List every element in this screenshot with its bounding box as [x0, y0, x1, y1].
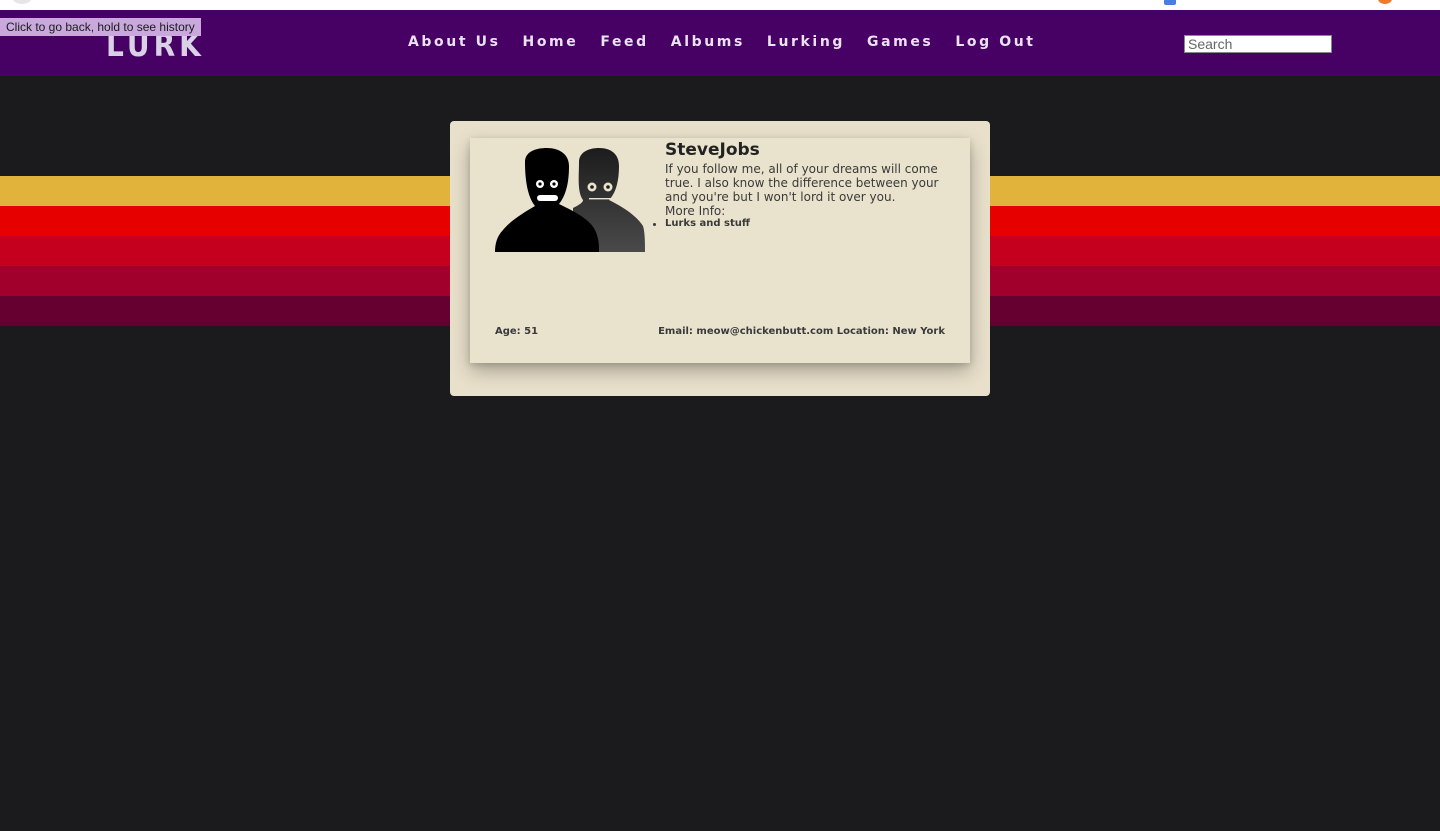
top-navbar: LURK About Us Home Feed Albums Lurking G… [0, 10, 1440, 76]
more-info-list: Lurks and stuff [653, 218, 950, 230]
nav-log-out[interactable]: Log Out [955, 34, 1035, 50]
profile-details: SteveJobs If you follow me, all of your … [653, 140, 950, 230]
nav-lurking[interactable]: Lurking [767, 34, 845, 50]
search-input[interactable] [1184, 35, 1332, 53]
profile-icon[interactable] [1378, 0, 1392, 4]
people-silhouette-icon [495, 148, 645, 252]
list-item: Lurks and stuff [653, 218, 950, 230]
nav-home[interactable]: Home [523, 34, 579, 50]
profile-card: SteveJobs If you follow me, all of your … [470, 138, 970, 363]
profile-bio: If you follow me, all of your dreams wil… [665, 162, 939, 204]
nav-albums[interactable]: Albums [671, 34, 745, 50]
main-nav: About Us Home Feed Albums Lurking Games … [408, 34, 1058, 50]
extension-icon[interactable] [1164, 0, 1176, 5]
browser-back-button[interactable] [12, 0, 32, 4]
profile-contact: Email: meow@chickenbutt.com Location: Ne… [658, 326, 945, 337]
nav-games[interactable]: Games [867, 34, 933, 50]
more-info-label: More Info: [665, 204, 726, 218]
profile-age: Age: 51 [495, 326, 539, 337]
nav-about-us[interactable]: About Us [408, 34, 501, 50]
browser-chrome-strip [0, 0, 1440, 10]
back-button-tooltip: Click to go back, hold to see history [0, 18, 201, 36]
profile-username: SteveJobs [665, 140, 760, 160]
nav-feed[interactable]: Feed [600, 34, 648, 50]
